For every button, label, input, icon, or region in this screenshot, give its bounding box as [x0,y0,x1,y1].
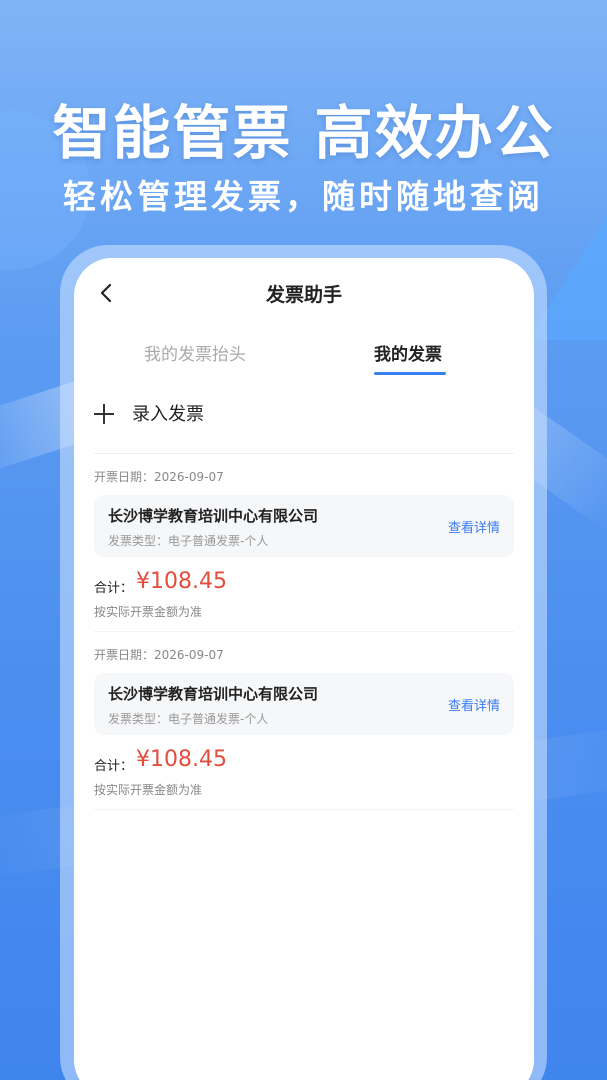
page-title: 发票助手 [265,284,342,306]
invoice-date: 开票日期：2026-09-07 [94,648,224,662]
tab-invoice-headers[interactable]: 我的发票抬头 [144,340,246,365]
hero-subtitle: 轻松管理发票，随时随地查阅 [63,177,544,216]
invoice-note: 按实际开票金额为准 [94,605,203,619]
list-item: 开票日期：2026-09-07 长沙博学教育培训中心有限公司 发票类型：电子普通… [94,632,514,810]
view-details-link[interactable]: 查看详情 [448,695,500,714]
add-invoice-button[interactable]: 录入发票 [94,384,514,454]
nav-bar: 发票助手 [74,258,534,328]
add-invoice-label: 录入发票 [132,404,204,425]
total-label: 合计： [94,581,134,596]
plus-icon [94,404,114,424]
invoice-date: 开票日期：2026-09-07 [94,470,224,484]
invoice-card[interactable]: 长沙博学教育培训中心有限公司 发票类型：电子普通发票-个人 查看详情 [94,673,514,735]
total-amount: ¥108.45 [136,569,227,594]
invoice-company: 长沙博学教育培训中心有限公司 [108,685,319,703]
invoice-type: 发票类型：电子普通发票-个人 [108,534,269,548]
hero-title: 智能管票 高效办公 [52,99,555,167]
view-details-link[interactable]: 查看详情 [448,517,500,536]
list-item: 开票日期：2026-09-07 长沙博学教育培训中心有限公司 发票类型：电子普通… [94,454,514,632]
tab-bar: 我的发票抬头 我的发票 [74,328,534,384]
total-amount: ¥108.45 [136,747,227,772]
phone-screen: 发票助手 我的发票抬头 我的发票 录入发票 开票日期：2026-09-07 长沙… [74,258,534,1080]
total-label: 合计： [94,759,134,774]
invoice-note: 按实际开票金额为准 [94,783,203,797]
invoice-total: 合计： ¥108.45 [94,747,514,777]
tab-my-invoices[interactable]: 我的发票 [374,340,442,365]
invoice-type: 发票类型：电子普通发票-个人 [108,712,269,726]
invoice-total: 合计： ¥108.45 [94,569,514,599]
invoice-company: 长沙博学教育培训中心有限公司 [108,507,319,525]
invoice-card[interactable]: 长沙博学教育培训中心有限公司 发票类型：电子普通发票-个人 查看详情 [94,495,514,557]
active-tab-indicator [374,372,446,375]
